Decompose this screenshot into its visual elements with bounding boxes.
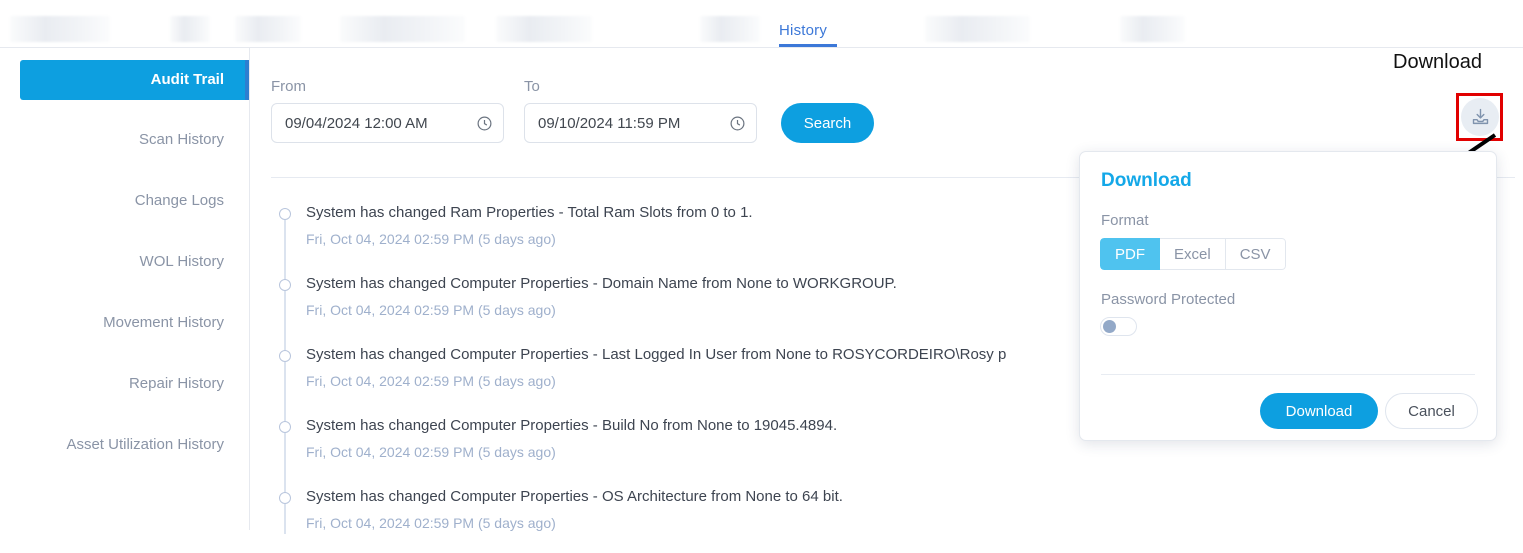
password-protected-toggle[interactable] <box>1100 317 1137 336</box>
redacted-tab[interactable] <box>496 16 592 42</box>
sidebar-item-repair-history[interactable]: Repair History <box>20 364 249 404</box>
tab-active-indicator <box>779 44 837 47</box>
annotation-label: Download <box>1393 51 1482 73</box>
timeline-connector <box>284 433 286 493</box>
to-date-value: 09/10/2024 11:59 PM <box>538 114 681 132</box>
download-icon <box>1472 108 1488 124</box>
sidebar-item-label: WOL History <box>139 253 224 270</box>
format-option-csv[interactable]: CSV <box>1225 238 1286 270</box>
tab-history[interactable]: History <box>779 22 827 39</box>
download-dialog: Download Format PDF Excel CSV Password P… <box>1079 151 1497 441</box>
dialog-download-button[interactable]: Download <box>1260 393 1378 429</box>
format-label: Format <box>1101 212 1149 229</box>
clock-icon[interactable] <box>729 115 746 132</box>
sidebar-item-label: Movement History <box>103 314 224 331</box>
list-item-title: System has changed Computer Properties -… <box>306 488 843 505</box>
timeline-dot-icon[interactable] <box>279 208 291 220</box>
search-button[interactable]: Search <box>781 103 874 143</box>
redacted-tab[interactable] <box>170 16 210 42</box>
timeline-connector <box>284 220 286 280</box>
sidebar-item-label: Asset Utilization History <box>66 436 224 453</box>
top-tab-bar: History <box>0 0 1523 48</box>
download-icon-button[interactable] <box>1461 98 1499 136</box>
timeline-connector <box>284 362 286 422</box>
sidebar-item-movement-history[interactable]: Movement History <box>20 303 249 343</box>
from-date-value: 09/04/2024 12:00 AM <box>285 114 428 132</box>
sidebar-item-asset-utilization-history[interactable]: Asset Utilization History <box>20 425 249 465</box>
sidebar-item-audit-trail[interactable]: Audit Trail <box>20 60 249 100</box>
toggle-knob <box>1103 320 1116 333</box>
from-label: From <box>271 78 306 95</box>
sidebar-item-scan-history[interactable]: Scan History <box>20 120 249 160</box>
redacted-tab[interactable] <box>925 16 1030 42</box>
sidebar-item-label: Audit Trail <box>150 71 224 88</box>
list-item-timestamp: Fri, Oct 04, 2024 02:59 PM (5 days ago) <box>306 515 556 531</box>
sidebar-item-label: Repair History <box>128 375 224 392</box>
redacted-tab[interactable] <box>10 16 110 42</box>
dialog-title: Download <box>1101 170 1192 191</box>
dialog-cancel-button[interactable]: Cancel <box>1385 393 1478 429</box>
format-option-excel[interactable]: Excel <box>1160 238 1226 270</box>
to-label: To <box>524 78 540 95</box>
timeline-connector <box>284 291 286 351</box>
redacted-tab[interactable] <box>235 16 301 42</box>
from-date-input[interactable]: 09/04/2024 12:00 AM <box>271 103 504 143</box>
sidebar-item-label: Scan History <box>138 131 224 148</box>
to-date-input[interactable]: 09/10/2024 11:59 PM <box>524 103 757 143</box>
timeline-dot-icon[interactable] <box>279 279 291 291</box>
list-item-timestamp: Fri, Oct 04, 2024 02:59 PM (5 days ago) <box>306 444 556 460</box>
sidebar: Audit Trail Scan History Change Logs WOL… <box>0 48 250 530</box>
clock-icon[interactable] <box>476 115 493 132</box>
sidebar-item-label: Change Logs <box>134 192 224 209</box>
sidebar-item-change-logs[interactable]: Change Logs <box>20 181 249 221</box>
timeline-dot-icon[interactable] <box>279 421 291 433</box>
format-segmented-control: PDF Excel CSV <box>1100 238 1286 270</box>
timeline-dot-icon[interactable] <box>279 350 291 362</box>
timeline-dot-icon[interactable] <box>279 492 291 504</box>
redacted-tab[interactable] <box>1120 16 1185 42</box>
redacted-tab[interactable] <box>700 16 760 42</box>
dialog-divider <box>1101 374 1475 375</box>
sidebar-item-wol-history[interactable]: WOL History <box>20 242 249 282</box>
list-item[interactable]: System has changed Computer Properties -… <box>271 482 1523 553</box>
redacted-tab[interactable] <box>340 16 465 42</box>
format-option-pdf[interactable]: PDF <box>1100 238 1160 270</box>
password-protected-label: Password Protected <box>1101 291 1236 308</box>
